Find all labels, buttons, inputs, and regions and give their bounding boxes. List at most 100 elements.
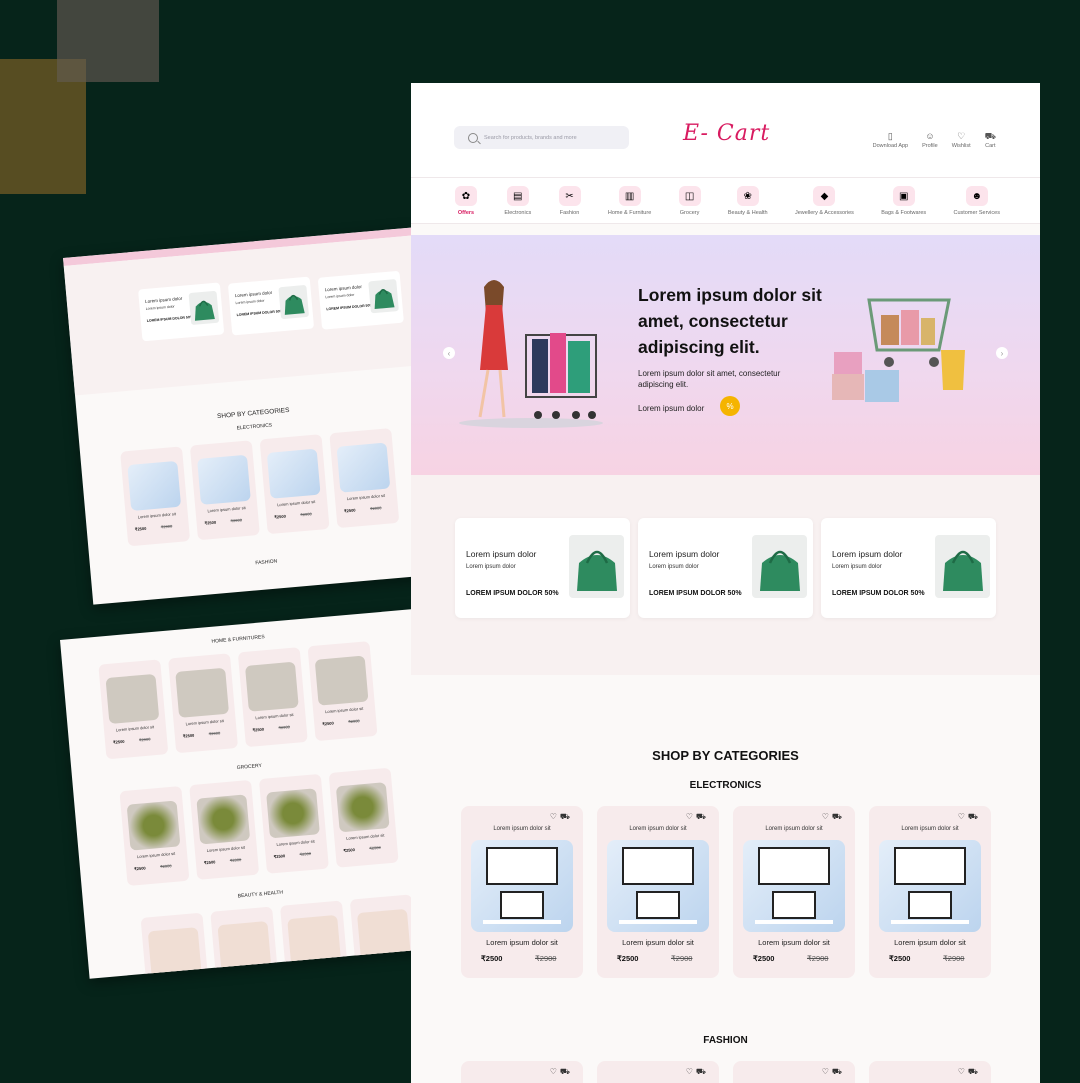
cart-gifts-illustration (832, 298, 965, 402)
cart-icon[interactable]: ⛟ (560, 1067, 573, 1076)
product-name: Lorem ipsum dolor sit (758, 938, 830, 947)
product-card[interactable]: ♡⛟ Lorem ipsum dolor sit Lorem ipsum dol… (733, 806, 855, 978)
product-card[interactable]: ♡⛟ Lorem ipsum dolor sit Lorem ipsum dol… (869, 806, 991, 978)
cart-icon: ⛟ (984, 131, 996, 141)
preview-offer-title: Lorem ipsum dolor (144, 295, 183, 305)
category-customer-services[interactable]: ☻ Customer Services (954, 186, 1000, 223)
offer-deal: LOREM IPSUM DOLOR 50% (832, 590, 925, 597)
furniture-image (175, 667, 230, 718)
shopper-illustration (459, 280, 603, 428)
preview-product-price: ₹2500 (322, 720, 334, 727)
hero-cta-link[interactable]: Lorem ipsum dolor (638, 404, 704, 413)
offer-card[interactable]: Lorem ipsum dolor Lorem ipsum dolor LORE… (821, 518, 996, 618)
vegetables-image (266, 788, 320, 839)
profile-link[interactable]: ☺ Profile (922, 131, 938, 149)
product-actions: ♡⛟ (550, 812, 573, 822)
furniture-image (105, 673, 160, 725)
search-input[interactable]: Search for products, brands and more (454, 126, 629, 149)
category-home-furniture[interactable]: ▥ Home & Furniture (608, 186, 651, 223)
logo[interactable]: E- Cart (683, 121, 770, 146)
carousel-prev-button[interactable]: ‹ (443, 347, 455, 359)
furniture-icon: ▥ (618, 186, 641, 206)
discount-badge-icon: % (720, 396, 740, 416)
cart-icon[interactable]: ⛟ (968, 1067, 981, 1076)
category-jewellery[interactable]: ◆ Jewellery & Accessories (795, 186, 854, 223)
category-label: Bags & Footwares (881, 210, 927, 216)
heart-icon[interactable]: ♡ (822, 1067, 832, 1076)
preview-product-price: ₹2500 (203, 859, 216, 866)
product-old-price: ₹2900 (535, 954, 557, 963)
profile-label: Profile (922, 143, 938, 149)
preview-offer-card: Lorem ipsum dolor Lorem ipsum dolor LORE… (317, 270, 404, 330)
support-icon: ☻ (965, 186, 988, 206)
beauty-icon: ❀ (736, 186, 759, 206)
cart-icon[interactable]: ⛟ (968, 812, 981, 821)
heart-icon[interactable]: ♡ (958, 812, 968, 821)
cart-icon[interactable]: ⛟ (560, 812, 573, 821)
preview-page-bottom: HOME & FURNITURES Lorem ipsum dolor sit ₹… (60, 609, 444, 979)
preview-product-name: Lorem ipsum dolor sit (255, 711, 294, 721)
monitor-image (471, 840, 573, 932)
beauty-image (147, 927, 202, 978)
monitor-image (879, 840, 981, 932)
product-card[interactable]: ♡⛟ Lorem ipsum dolor sit Lorem ipsum dol… (461, 806, 583, 978)
preview-product-name: Lorem ipsum dolor sit (346, 832, 385, 841)
category-grocery[interactable]: ◫ Grocery (678, 186, 701, 223)
hero-banner: ‹ › Lorem ipsum dolor sit amet, consecte… (411, 235, 1040, 475)
heart-icon[interactable]: ♡ (686, 1067, 696, 1076)
cart-icon[interactable]: ⛟ (696, 1067, 709, 1076)
preview-product-price: ₹2500 (274, 513, 287, 520)
category-electronics[interactable]: ▤ Electronics (504, 186, 531, 223)
product-old-price: ₹2900 (943, 954, 965, 963)
carousel-next-button[interactable]: › (996, 347, 1008, 359)
product-actions: ♡⛟ (958, 1067, 981, 1077)
furniture-image (314, 655, 369, 706)
category-label: Home & Furniture (607, 210, 652, 216)
offers-section: Lorem ipsum dolor Lorem ipsum dolor LORE… (411, 475, 1040, 675)
heart-icon[interactable]: ♡ (958, 1067, 968, 1076)
decor-overlap (57, 59, 86, 82)
product-actions: ♡⛟ (686, 812, 709, 822)
wishlist-link[interactable]: ♡ Wishlist (952, 131, 971, 149)
chevron-left-icon: ‹ (447, 348, 451, 358)
cart-link[interactable]: ⛟ Cart (985, 131, 996, 149)
cart-icon[interactable]: ⛟ (696, 812, 709, 821)
preview-offer-sub: Lorem ipsum dolor (235, 298, 265, 306)
heart-icon[interactable]: ♡ (550, 812, 560, 821)
beauty-image (217, 921, 272, 972)
fashion-icon: ✂ (558, 186, 581, 206)
preview-product-card (349, 894, 420, 979)
offer-subtitle: Lorem ipsum dolor (466, 564, 516, 570)
heart-icon[interactable]: ♡ (686, 812, 696, 821)
preview-product-card (140, 912, 211, 979)
category-offers[interactable]: ✿ Offers (455, 186, 477, 223)
product-actions: ♡⛟ (550, 1067, 573, 1077)
offer-card[interactable]: Lorem ipsum dolor Lorem ipsum dolor LORE… (638, 518, 813, 618)
fashion-section-title: FASHION (703, 1035, 748, 1046)
category-label: Offers (457, 210, 475, 216)
category-label: Electronics (504, 210, 532, 216)
category-label: Beauty & Health (727, 210, 768, 216)
download-app-link[interactable]: ▯ Download App (873, 131, 908, 149)
heart-icon[interactable]: ♡ (822, 812, 832, 821)
cart-icon[interactable]: ⛟ (832, 1067, 845, 1076)
preview-offer-title: Lorem ipsum dolor (234, 289, 273, 299)
vegetables-image (335, 782, 390, 833)
product-tag: Lorem ipsum dolor sit (493, 826, 551, 832)
header: Search for products, brands and more E- … (411, 83, 1040, 178)
preview-fashion-title: FASHION (255, 558, 278, 567)
heart-icon[interactable]: ♡ (550, 1067, 560, 1076)
bag-image (569, 535, 624, 598)
monitor-image (743, 840, 845, 932)
product-card[interactable]: ♡⛟ Lorem ipsum dolor sit Lorem ipsum dol… (597, 806, 719, 978)
monitor-image (127, 460, 182, 512)
cart-icon[interactable]: ⛟ (832, 812, 845, 821)
preview-product-card: Lorem ipsum dolor sit ₹2500 ₹2900 (307, 641, 378, 742)
preview-product-card: Lorem ipsum dolor sit ₹2500 ₹2900 (329, 428, 400, 529)
category-fashion[interactable]: ✂ Fashion (558, 186, 581, 223)
bag-image (935, 535, 990, 598)
category-beauty-health[interactable]: ❀ Beauty & Health (728, 186, 768, 223)
offer-card[interactable]: Lorem ipsum dolor Lorem ipsum dolor LORE… (455, 518, 630, 618)
category-bags[interactable]: ▣ Bags & Footwares (881, 186, 926, 223)
download-app-label: Download App (872, 143, 909, 149)
